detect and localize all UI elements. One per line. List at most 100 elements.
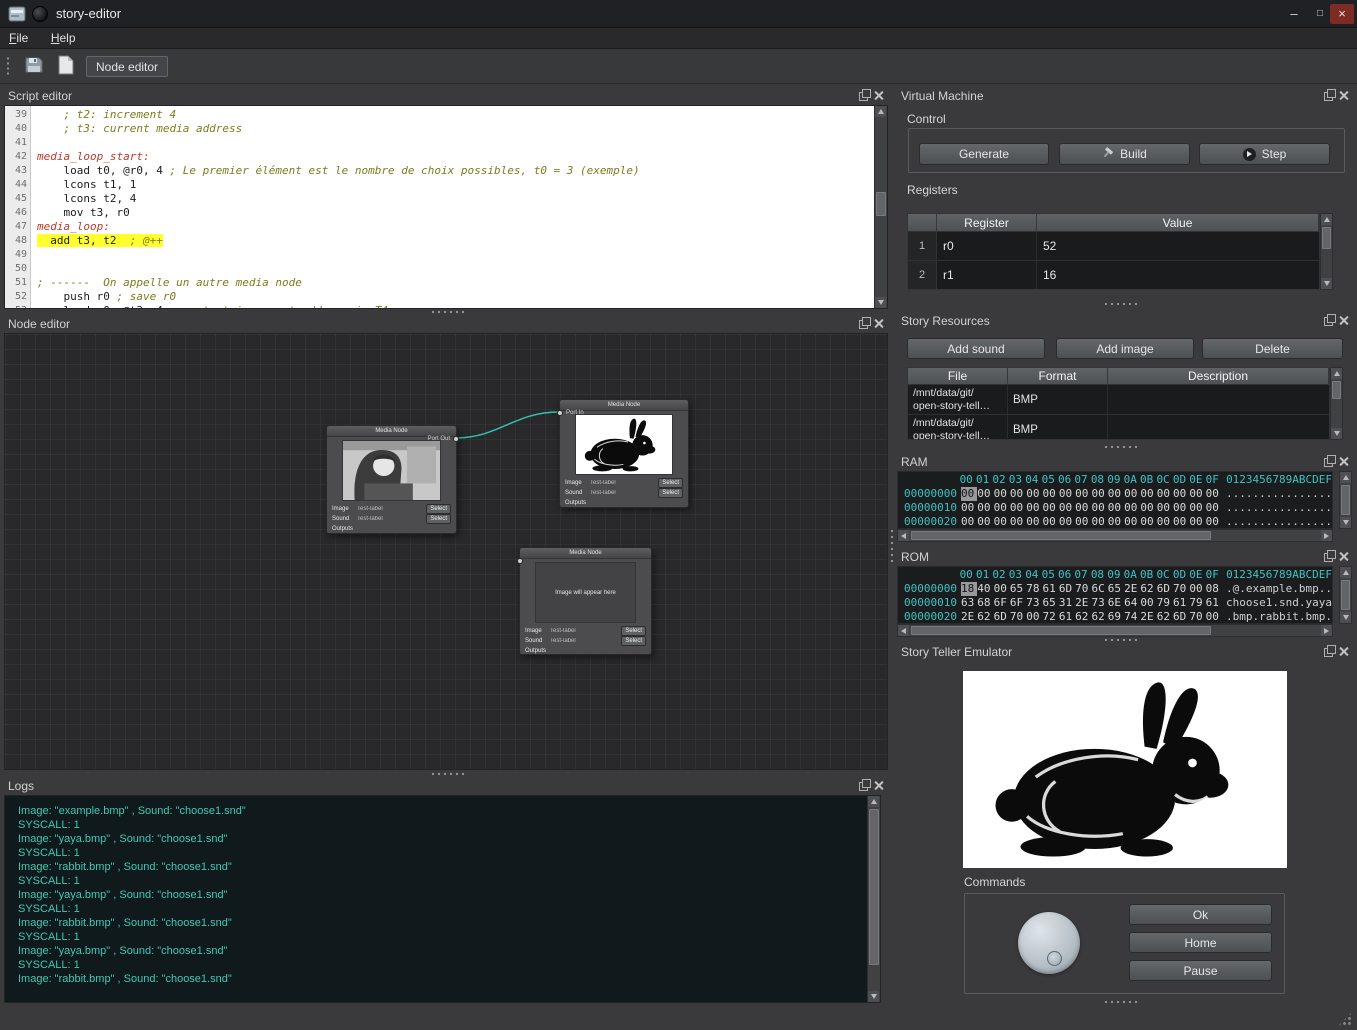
scroll-up-button[interactable] — [1340, 472, 1351, 483]
minimize-button[interactable]: – — [1282, 4, 1306, 24]
resources-scrollbar[interactable] — [1330, 367, 1343, 440]
hex-byte[interactable]: 62 — [1157, 610, 1173, 624]
app-menu-icon[interactable] — [8, 5, 26, 23]
column-header-file[interactable]: File — [908, 368, 1008, 385]
hex-byte[interactable]: 61 — [1173, 596, 1189, 610]
node-editor-canvas[interactable]: Media Node Port Out Image Test-label — [4, 333, 888, 770]
close-panel-icon[interactable] — [873, 780, 884, 791]
scroll-down-button[interactable] — [1321, 278, 1332, 289]
hex-byte[interactable]: 64 — [1124, 596, 1140, 610]
splitter-handle[interactable] — [1103, 1000, 1141, 1004]
resource-row[interactable]: /mnt/data/git/ open-story-tell… BMP — [908, 415, 1329, 440]
hex-byte[interactable]: 62 — [1140, 582, 1156, 596]
select-button[interactable]: Select — [658, 488, 683, 498]
node-editor-panel-header[interactable]: Node editor — [4, 316, 888, 332]
hex-byte[interactable]: 65 — [1108, 582, 1124, 596]
column-header-format[interactable]: Format — [1008, 368, 1108, 385]
hex-byte[interactable]: 00 — [1124, 487, 1140, 501]
hex-byte[interactable]: 00 — [1010, 487, 1026, 501]
hex-byte[interactable]: 65 — [1010, 582, 1026, 596]
hex-byte[interactable]: 00 — [1189, 515, 1205, 529]
home-button[interactable]: Home — [1129, 932, 1272, 953]
hex-byte[interactable]: 00 — [1157, 501, 1173, 515]
register-row[interactable]: 1 r0 52 — [908, 232, 1319, 261]
select-button[interactable]: Select — [426, 514, 451, 524]
float-panel-icon[interactable] — [1324, 92, 1333, 101]
logs-panel-header[interactable]: Logs — [4, 778, 888, 794]
hex-byte[interactable]: 6D — [994, 610, 1010, 624]
hex-byte[interactable]: 65 — [1043, 596, 1059, 610]
hex-byte[interactable]: 79 — [1189, 596, 1205, 610]
hex-byte[interactable]: 00 — [1010, 501, 1026, 515]
resource-description-cell[interactable] — [1108, 385, 1329, 414]
hex-byte[interactable]: 00 — [1189, 501, 1205, 515]
ok-button[interactable]: Ok — [1129, 904, 1272, 925]
registers-scrollbar[interactable] — [1320, 213, 1333, 290]
hex-byte[interactable]: 00 — [1108, 487, 1124, 501]
register-value-cell[interactable]: 52 — [1037, 232, 1319, 260]
float-panel-icon[interactable] — [1324, 458, 1333, 467]
scroll-up-button[interactable] — [1340, 567, 1351, 578]
add-image-button[interactable]: Add image — [1056, 338, 1194, 359]
hex-byte[interactable]: 00 — [977, 487, 993, 501]
hex-byte[interactable]: 68 — [977, 596, 993, 610]
scroll-left-button[interactable] — [898, 625, 909, 636]
close-panel-icon[interactable] — [1338, 646, 1349, 657]
ram-hex[interactable]: 000102030405060708090A0B0C0D0E0F01234567… — [897, 471, 1333, 529]
rom-hex[interactable]: 000102030405060708090A0B0C0D0E0F01234567… — [897, 566, 1333, 624]
window-resize-grip[interactable] — [1338, 1012, 1352, 1026]
script-editor-scrollbar[interactable] — [874, 106, 887, 308]
hex-byte[interactable]: 00 — [1140, 596, 1156, 610]
hex-byte[interactable]: 00 — [1206, 501, 1222, 515]
toolbar-drag-handle[interactable] — [6, 56, 11, 77]
maximize-button[interactable]: □ — [1308, 4, 1332, 24]
hex-byte[interactable]: 00 — [1157, 487, 1173, 501]
float-panel-icon[interactable] — [859, 92, 868, 101]
hex-byte[interactable]: 08 — [1206, 582, 1222, 596]
hex-byte[interactable]: 00 — [1124, 501, 1140, 515]
table-corner[interactable] — [908, 214, 937, 232]
hex-byte[interactable]: 6D — [1173, 610, 1189, 624]
hex-byte[interactable]: 00 — [1059, 501, 1075, 515]
scrollbar-thumb[interactable] — [1341, 580, 1350, 610]
hex-byte[interactable]: 6D — [1059, 582, 1075, 596]
hex-byte[interactable]: 00 — [1010, 515, 1026, 529]
hex-byte[interactable]: 61 — [1043, 582, 1059, 596]
hex-byte[interactable]: 00 — [961, 487, 977, 501]
splitter-handle[interactable] — [430, 310, 468, 314]
logs-scrollbar[interactable] — [867, 796, 880, 1002]
hex-byte[interactable]: 00 — [1075, 515, 1091, 529]
generate-button[interactable]: Generate — [919, 143, 1049, 165]
hex-byte[interactable]: 00 — [1173, 487, 1189, 501]
hex-byte[interactable]: 73 — [1026, 596, 1042, 610]
window-titlebar[interactable]: story-editor – □ × — [0, 0, 1357, 28]
script-editor[interactable]: 394041424344454647484950515253 ; t2: inc… — [4, 105, 888, 309]
node-titlebar[interactable]: Media Node — [520, 548, 651, 559]
hex-byte[interactable]: 73 — [1091, 596, 1107, 610]
hex-byte[interactable]: 00 — [994, 515, 1010, 529]
hex-byte[interactable]: 00 — [961, 501, 977, 515]
hex-byte[interactable]: 00 — [1173, 501, 1189, 515]
resource-format-cell[interactable]: BMP — [1008, 415, 1108, 440]
hex-byte[interactable]: 00 — [1043, 501, 1059, 515]
step-button[interactable]: Step — [1199, 143, 1330, 165]
rotary-knob[interactable] — [1018, 912, 1080, 974]
hex-byte[interactable]: 00 — [1043, 515, 1059, 529]
hex-byte[interactable]: 00 — [1189, 582, 1205, 596]
script-editor-panel-header[interactable]: Script editor — [4, 88, 888, 104]
media-node-3[interactable]: Media Node Image will appear here Image … — [519, 547, 652, 655]
scrollbar-thumb[interactable] — [911, 626, 1211, 635]
hex-byte[interactable]: 62 — [1075, 610, 1091, 624]
menu-file[interactable]: File — [0, 28, 37, 48]
media-node-2[interactable]: Media Node Port In — [559, 399, 689, 508]
ram-panel-header[interactable]: RAM — [897, 454, 1353, 470]
build-button[interactable]: Build — [1059, 143, 1190, 165]
column-header-register[interactable]: Register — [937, 214, 1037, 232]
register-name-cell[interactable]: r0 — [937, 232, 1037, 260]
node-editor-toggle-button[interactable]: Node editor — [86, 56, 168, 77]
hex-byte[interactable]: 00 — [994, 582, 1010, 596]
scrollbar-thumb[interactable] — [1332, 381, 1341, 399]
float-panel-icon[interactable] — [859, 782, 868, 791]
float-panel-icon[interactable] — [1324, 317, 1333, 326]
save-button[interactable] — [20, 53, 47, 80]
